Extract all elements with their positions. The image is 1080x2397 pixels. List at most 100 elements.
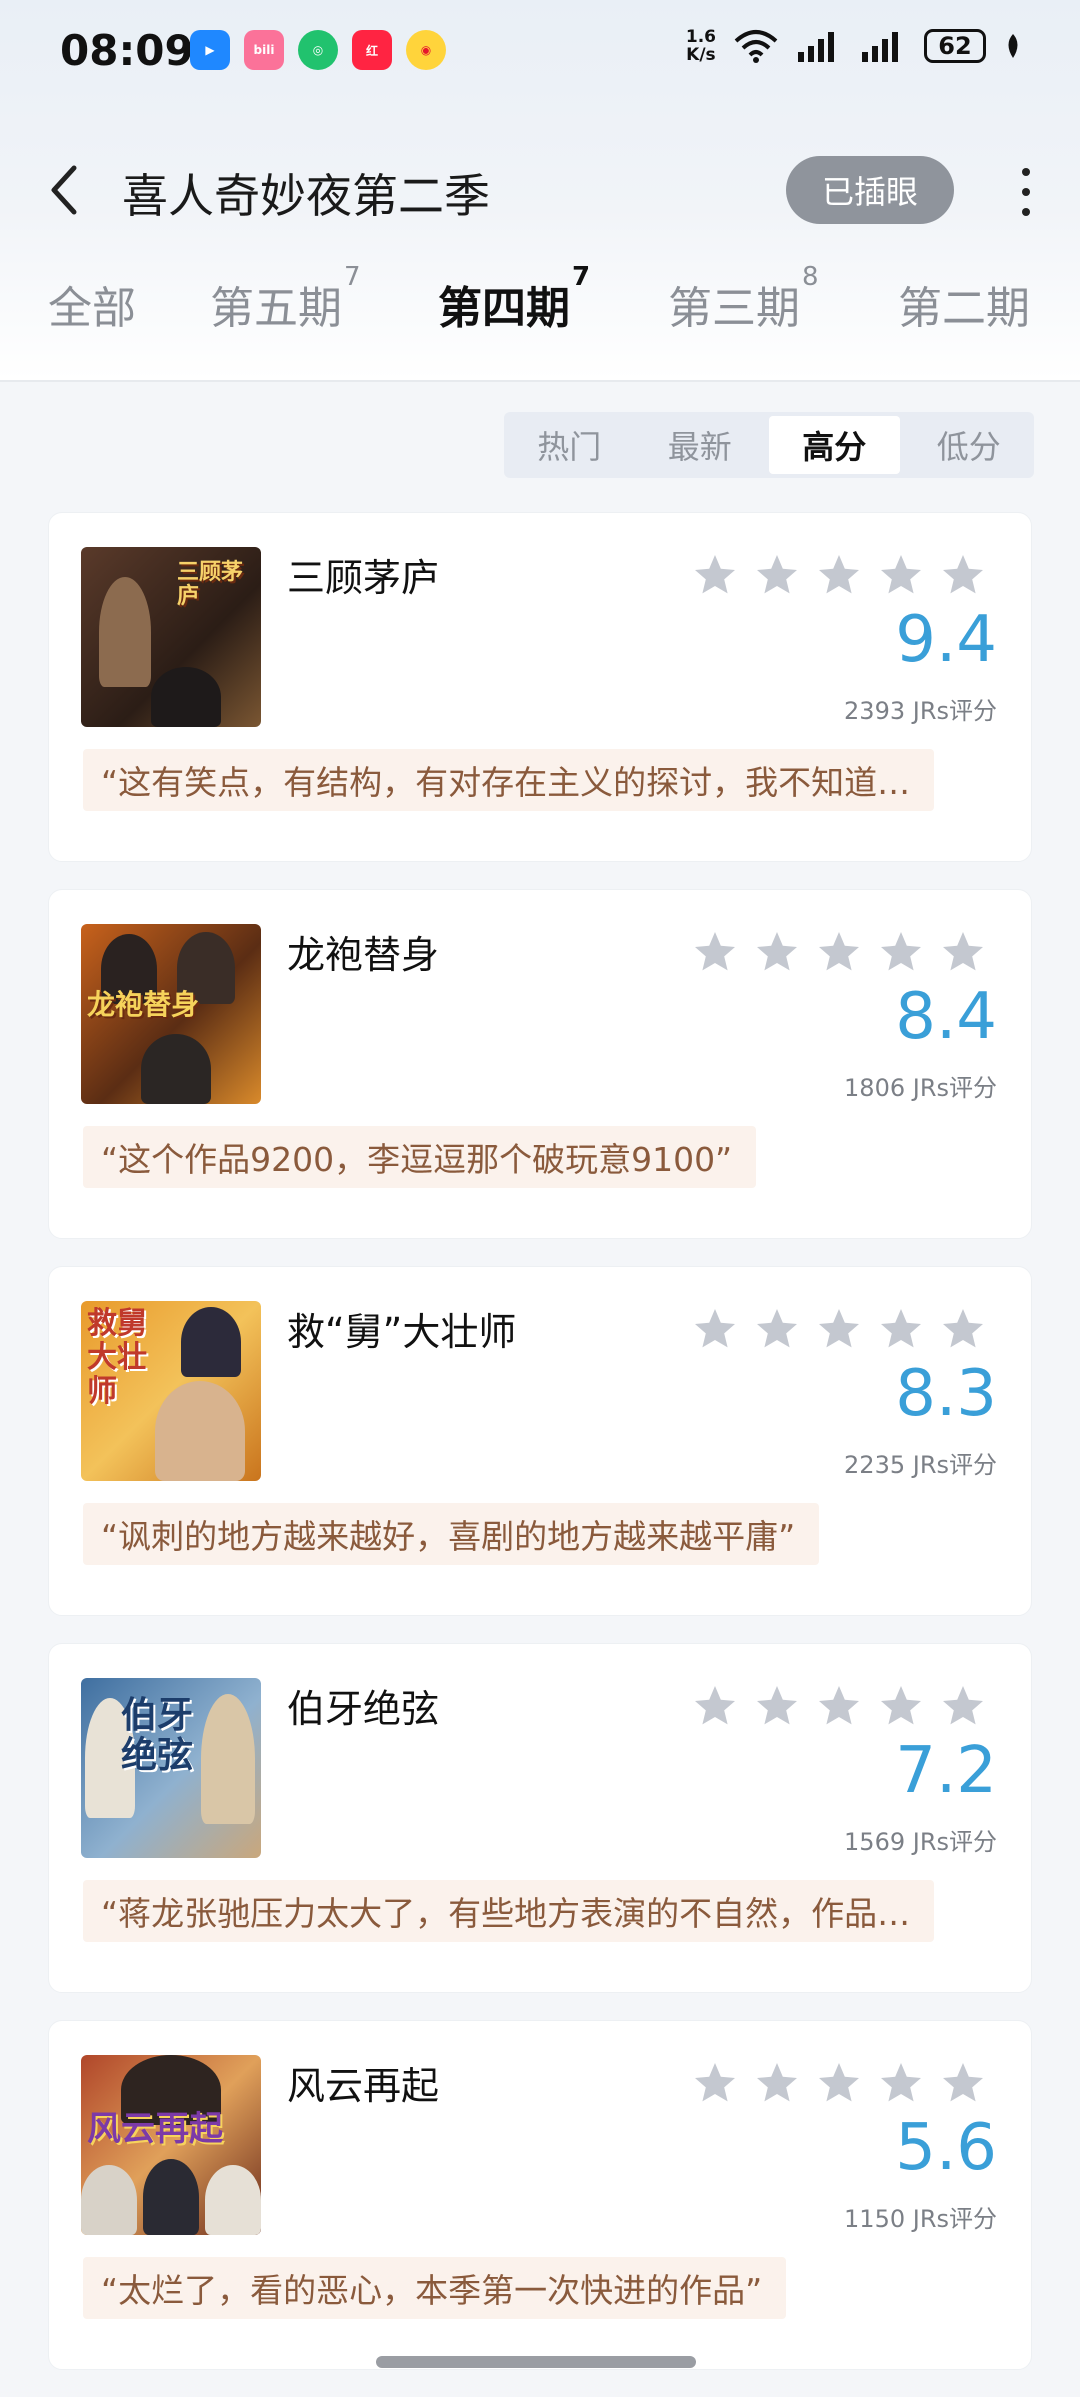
star-rating[interactable] bbox=[691, 1682, 987, 1730]
header-divider bbox=[0, 380, 1080, 382]
top-comment[interactable]: “讽刺的地方越来越好，喜剧的地方越来越平庸” bbox=[83, 1503, 820, 1565]
tab-episode-3[interactable]: 第三期8 bbox=[668, 262, 819, 336]
star-icon[interactable] bbox=[815, 551, 863, 599]
star-icon[interactable] bbox=[691, 1305, 739, 1353]
status-bar: 08:09 ▶ bili ◎ 红 ◉ 1.6 K/s 62 bbox=[0, 0, 1080, 110]
star-icon[interactable] bbox=[691, 928, 739, 976]
star-icon[interactable] bbox=[939, 1682, 987, 1730]
tab-label: 第三期 bbox=[668, 283, 800, 334]
top-comment[interactable]: “蒋龙张驰压力太大了，有些地方表演的不自然，作品… bbox=[83, 1880, 935, 1942]
speed-value: 1.6 bbox=[685, 27, 716, 47]
star-rating[interactable] bbox=[691, 2059, 987, 2107]
star-icon[interactable] bbox=[877, 2059, 925, 2107]
list-item[interactable]: 风云再起 风云再起 5.6 1150 JRs评分 “太烂了，看的恶心，本季第一次… bbox=[48, 2020, 1032, 2370]
list-item[interactable]: 三顾茅庐 三顾茅庐 9.4 2393 JRs评分 “这有笑点，有结构，有对存在主… bbox=[48, 512, 1032, 862]
thumbnail-caption: 救舅大壮师 bbox=[87, 1306, 147, 1409]
thumbnail-caption: 龙袍替身 bbox=[87, 988, 200, 1021]
tab-count: 7 bbox=[344, 262, 361, 292]
sort-low-score[interactable]: 低分 bbox=[904, 412, 1035, 478]
star-icon[interactable] bbox=[815, 928, 863, 976]
bilibili-icon: bili bbox=[244, 30, 284, 70]
back-icon[interactable] bbox=[44, 162, 84, 218]
star-icon[interactable] bbox=[877, 551, 925, 599]
thumbnail-caption: 伯牙绝弦 bbox=[121, 1695, 194, 1776]
thumbnail-image: 伯牙绝弦 bbox=[81, 1678, 261, 1858]
star-icon[interactable] bbox=[753, 1305, 801, 1353]
star-icon[interactable] bbox=[939, 928, 987, 976]
leaf-icon bbox=[1008, 34, 1018, 58]
page-title: 喜人奇妙夜第二季 bbox=[122, 169, 490, 223]
tab-count: 8 bbox=[802, 262, 819, 292]
star-icon[interactable] bbox=[815, 2059, 863, 2107]
xiaohongshu-icon: 红 bbox=[352, 30, 392, 70]
tab-all[interactable]: 全部 bbox=[48, 272, 136, 336]
bookmark-button[interactable]: 已插眼 bbox=[786, 156, 954, 224]
battery-icon: 62 bbox=[924, 29, 986, 63]
tab-label: 全部 bbox=[48, 283, 136, 334]
signal-2-icon bbox=[862, 32, 898, 62]
rating-list: 三顾茅庐 三顾茅庐 9.4 2393 JRs评分 “这有笑点，有结构，有对存在主… bbox=[48, 512, 1032, 2397]
list-item[interactable]: 救舅大壮师 救“舅”大壮师 8.3 2235 JRs评分 “讽刺的地方越来越好，… bbox=[48, 1266, 1032, 1616]
green-app-icon: ◎ bbox=[298, 30, 338, 70]
star-icon[interactable] bbox=[753, 1682, 801, 1730]
wifi-icon bbox=[734, 30, 778, 63]
average-score: 5.6 bbox=[895, 2111, 997, 2185]
tencent-icon: ▶ bbox=[190, 30, 230, 70]
average-score: 8.4 bbox=[895, 980, 997, 1054]
item-title: 伯牙绝弦 bbox=[287, 1687, 440, 1731]
star-icon[interactable] bbox=[691, 551, 739, 599]
thumbnail-image: 龙袍替身 bbox=[81, 924, 261, 1104]
star-rating[interactable] bbox=[691, 1305, 987, 1353]
thumbnail-caption: 三顾茅庐 bbox=[177, 560, 244, 609]
status-right: 1.6 K/s 62 bbox=[686, 28, 1022, 64]
home-indicator[interactable] bbox=[376, 2356, 696, 2368]
item-title: 救“舅”大壮师 bbox=[287, 1310, 517, 1354]
sort-control: 热门 最新 高分 低分 bbox=[504, 412, 1034, 478]
item-title: 三顾茅庐 bbox=[287, 556, 440, 600]
top-comment[interactable]: “这个作品9200，李逗逗那个破玩意9100” bbox=[83, 1126, 757, 1188]
star-icon[interactable] bbox=[753, 551, 801, 599]
top-comment[interactable]: “太烂了，看的恶心，本季第一次快进的作品” bbox=[83, 2257, 787, 2319]
star-icon[interactable] bbox=[939, 2059, 987, 2107]
star-icon[interactable] bbox=[939, 551, 987, 599]
star-icon[interactable] bbox=[939, 1305, 987, 1353]
app-header: 喜人奇妙夜第二季 已插眼 bbox=[0, 140, 1080, 240]
sort-hot[interactable]: 热门 bbox=[504, 412, 635, 478]
list-item[interactable]: 伯牙绝弦 伯牙绝弦 7.2 1569 JRs评分 “蒋龙张驰压力太大了，有些地方… bbox=[48, 1643, 1032, 1993]
tab-count: 7 bbox=[572, 262, 591, 292]
sort-high-score[interactable]: 高分 bbox=[769, 416, 900, 474]
rating-count: 2393 JRs评分 bbox=[844, 697, 997, 725]
rating-count: 1150 JRs评分 bbox=[844, 2205, 997, 2233]
star-icon[interactable] bbox=[815, 1305, 863, 1353]
star-icon[interactable] bbox=[877, 1305, 925, 1353]
star-icon[interactable] bbox=[877, 1682, 925, 1730]
tab-episode-4[interactable]: 第四期7 bbox=[438, 262, 590, 336]
star-rating[interactable] bbox=[691, 551, 987, 599]
average-score: 9.4 bbox=[895, 603, 997, 677]
tab-episode-2[interactable]: 第二期 bbox=[898, 272, 1030, 336]
average-score: 8.3 bbox=[895, 1357, 997, 1431]
status-time: 08:09 bbox=[60, 26, 194, 75]
tab-label: 第五期 bbox=[210, 283, 342, 334]
rating-count: 2235 JRs评分 bbox=[844, 1451, 997, 1479]
rating-count: 1569 JRs评分 bbox=[844, 1828, 997, 1856]
sort-latest[interactable]: 最新 bbox=[635, 412, 766, 478]
rating-count: 1806 JRs评分 bbox=[844, 1074, 997, 1102]
top-comment[interactable]: “这有笑点，有结构，有对存在主义的探讨，我不知道… bbox=[83, 749, 935, 811]
star-icon[interactable] bbox=[877, 928, 925, 976]
more-options-icon[interactable] bbox=[1016, 168, 1036, 216]
star-rating[interactable] bbox=[691, 928, 987, 976]
star-icon[interactable] bbox=[691, 1682, 739, 1730]
star-icon[interactable] bbox=[753, 928, 801, 976]
tab-label: 第二期 bbox=[898, 283, 1030, 334]
notification-icons: ▶ bili ◎ 红 ◉ bbox=[190, 30, 446, 70]
list-item[interactable]: 龙袍替身 龙袍替身 8.4 1806 JRs评分 “这个作品9200，李逗逗那个… bbox=[48, 889, 1032, 1239]
average-score: 7.2 bbox=[895, 1734, 997, 1808]
thumbnail-image: 三顾茅庐 bbox=[81, 547, 261, 727]
star-icon[interactable] bbox=[691, 2059, 739, 2107]
star-icon[interactable] bbox=[753, 2059, 801, 2107]
tab-episode-5[interactable]: 第五期7 bbox=[210, 262, 361, 336]
item-title: 风云再起 bbox=[287, 2064, 440, 2108]
thumbnail-image: 救舅大壮师 bbox=[81, 1301, 261, 1481]
star-icon[interactable] bbox=[815, 1682, 863, 1730]
